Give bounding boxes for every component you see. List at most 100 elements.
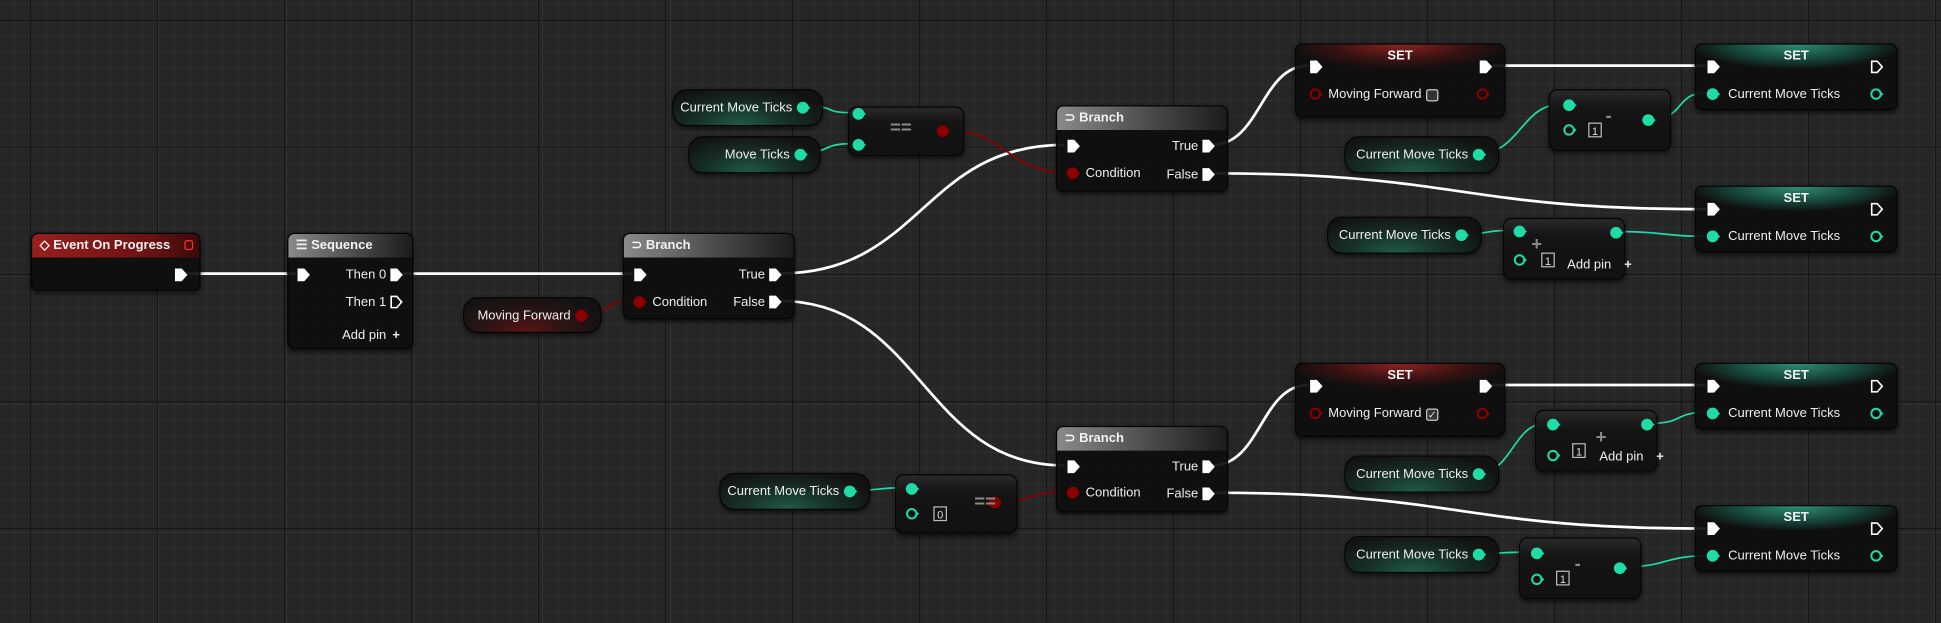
add-pin-plus-icon[interactable]: +: [1656, 449, 1664, 464]
input-a-pin[interactable]: [1546, 417, 1561, 432]
current-move-ticks-getter[interactable]: Current Move Ticks: [1344, 136, 1500, 174]
moving-forward-out-pin[interactable]: [1476, 406, 1491, 421]
moving-forward-in-pin[interactable]: [1308, 87, 1323, 102]
set-moving-forward-node[interactable]: SET Moving Forward: [1294, 43, 1506, 118]
moving-forward-in-pin[interactable]: [1308, 406, 1323, 421]
input-b-pin[interactable]: [1513, 253, 1528, 268]
branch-node-backward[interactable]: ⊃ Branch Condition True False: [1055, 425, 1228, 513]
input-a-pin[interactable]: [1513, 224, 1528, 239]
add-node[interactable]: +1 Add pin +: [1502, 217, 1632, 280]
value-checkbox[interactable]: [1426, 89, 1439, 102]
value-out-pin[interactable]: [1472, 147, 1487, 162]
input-b-pin[interactable]: [852, 137, 867, 152]
moving-forward-out-pin[interactable]: [1476, 87, 1491, 102]
literal-value-input[interactable]: 1: [1588, 122, 1602, 138]
false-pin[interactable]: [767, 295, 782, 310]
current-move-ticks-in-pin[interactable]: [1706, 548, 1721, 563]
false-pin[interactable]: [1201, 486, 1216, 501]
exec-in-pin[interactable]: [1308, 59, 1323, 74]
value-out-pin[interactable]: [1472, 467, 1487, 482]
exec-out-pin[interactable]: [1478, 59, 1493, 74]
set-current-move-ticks-node[interactable]: SET Current Move Ticks: [1694, 185, 1898, 253]
set-current-move-ticks-node[interactable]: SET Current Move Ticks: [1694, 43, 1898, 111]
add-pin-plus-icon[interactable]: +: [1624, 257, 1632, 272]
set-current-move-ticks-node[interactable]: SET Current Move Ticks: [1694, 362, 1898, 430]
condition-pin[interactable]: [1066, 485, 1081, 500]
set-moving-forward-node[interactable]: SET Moving Forward ✓: [1294, 362, 1506, 437]
literal-value-input[interactable]: 1: [1572, 443, 1586, 459]
current-move-ticks-getter[interactable]: Current Move Ticks: [1327, 216, 1482, 254]
exec-in-pin[interactable]: [1066, 459, 1081, 474]
value-out-pin[interactable]: [843, 484, 858, 499]
literal-value-input[interactable]: 1: [1556, 570, 1570, 586]
equals-zero-node[interactable]: == 0: [895, 474, 1018, 534]
then-1-pin[interactable]: [389, 295, 404, 310]
condition-pin[interactable]: [633, 295, 648, 310]
current-move-ticks-in-pin[interactable]: [1706, 87, 1721, 102]
value-checkbox[interactable]: ✓: [1426, 408, 1439, 421]
input-b-pin[interactable]: [1562, 123, 1577, 138]
current-move-ticks-out-pin[interactable]: [1869, 548, 1884, 563]
condition-pin[interactable]: [1066, 166, 1081, 181]
current-move-ticks-getter[interactable]: Current Move Ticks: [672, 89, 824, 127]
input-b-pin[interactable]: [1530, 572, 1545, 587]
exec-out-pin[interactable]: [1869, 59, 1884, 74]
current-move-ticks-out-pin[interactable]: [1869, 406, 1884, 421]
branch-node-main[interactable]: ⊃ Branch Condition True False: [622, 232, 795, 320]
value-out-pin[interactable]: [1455, 228, 1470, 243]
literal-value-input[interactable]: 0: [933, 506, 947, 522]
exec-in-pin[interactable]: [1066, 139, 1081, 154]
value-out-pin[interactable]: [1472, 547, 1487, 562]
exec-in-pin[interactable]: [1706, 202, 1721, 217]
exec-in-pin[interactable]: [1706, 521, 1721, 536]
then-0-pin[interactable]: [389, 267, 404, 282]
subtract-node[interactable]: -1: [1518, 537, 1642, 600]
input-a-pin[interactable]: [852, 106, 867, 121]
exec-out-pin[interactable]: [1478, 379, 1493, 394]
exec-out-pin[interactable]: [173, 267, 188, 282]
result-pin[interactable]: [1609, 225, 1624, 240]
false-pin[interactable]: [1201, 167, 1216, 182]
equals-node[interactable]: ==: [847, 106, 965, 156]
literal-value-input[interactable]: 1: [1541, 252, 1555, 268]
current-move-ticks-getter[interactable]: Current Move Ticks: [1344, 536, 1500, 574]
current-move-ticks-getter[interactable]: Current Move Ticks: [1344, 455, 1500, 493]
exec-in-pin[interactable]: [633, 267, 648, 282]
current-move-ticks-in-pin[interactable]: [1706, 406, 1721, 421]
current-move-ticks-getter[interactable]: Current Move Ticks: [719, 472, 871, 511]
true-pin[interactable]: [1201, 459, 1216, 474]
true-pin[interactable]: [1201, 139, 1216, 154]
move-ticks-getter[interactable]: Move Ticks: [688, 136, 821, 174]
result-pin[interactable]: [936, 124, 951, 139]
value-out-pin[interactable]: [796, 100, 811, 115]
exec-in-pin[interactable]: [1706, 379, 1721, 394]
input-b-pin[interactable]: [1546, 448, 1561, 463]
input-b-pin[interactable]: [905, 506, 920, 521]
event-on-progress-node[interactable]: ◇ Event On Progress: [30, 232, 201, 291]
add-pin-plus-icon[interactable]: +: [392, 328, 400, 343]
branch-node-forward[interactable]: ⊃ Branch Condition True False: [1055, 105, 1228, 192]
exec-in-pin[interactable]: [1308, 379, 1323, 394]
event-delegate-pin-icon[interactable]: [184, 240, 194, 251]
moving-forward-getter[interactable]: Moving Forward: [462, 297, 602, 333]
exec-out-pin[interactable]: [1869, 202, 1884, 217]
exec-in-pin[interactable]: [296, 267, 311, 282]
sequence-node[interactable]: ☰ Sequence Then 0 Then 1 Add pin +: [287, 232, 414, 350]
input-a-pin[interactable]: [1562, 98, 1577, 113]
result-pin[interactable]: [1640, 417, 1655, 432]
input-a-pin[interactable]: [905, 482, 920, 497]
subtract-node[interactable]: -1: [1548, 89, 1672, 152]
result-pin[interactable]: [1613, 561, 1628, 576]
current-move-ticks-out-pin[interactable]: [1869, 87, 1884, 102]
result-pin[interactable]: [1641, 113, 1656, 128]
exec-out-pin[interactable]: [1869, 521, 1884, 536]
add-node[interactable]: +1 Add pin +: [1534, 409, 1664, 472]
exec-in-pin[interactable]: [1706, 59, 1721, 74]
value-out-pin[interactable]: [574, 308, 589, 323]
current-move-ticks-out-pin[interactable]: [1869, 229, 1884, 244]
set-current-move-ticks-node[interactable]: SET Current Move Ticks: [1694, 505, 1898, 572]
blueprint-graph-canvas[interactable]: ◇ Event On Progress ☰ Sequence Then 0 Then …: [0, 0, 1941, 623]
current-move-ticks-in-pin[interactable]: [1706, 229, 1721, 244]
true-pin[interactable]: [767, 267, 782, 282]
value-out-pin[interactable]: [793, 147, 808, 162]
